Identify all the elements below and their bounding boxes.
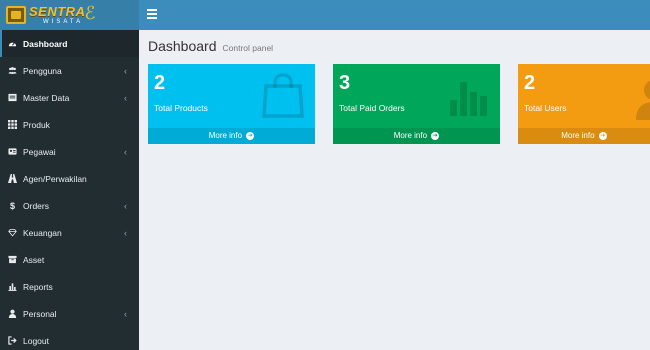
sidebar-item-label: Agen/Perwakilan — [23, 173, 87, 184]
chevron-left-icon: ‹ — [124, 147, 127, 157]
arrow-circle-right-icon: ➜ — [598, 131, 607, 140]
user-icon — [636, 72, 650, 129]
page-title: Dashboard — [148, 38, 217, 54]
box-value: 3 — [339, 72, 351, 94]
more-info-label: More info — [393, 131, 428, 140]
box-label: Total Users — [524, 103, 567, 113]
logo-sub-text: WISATA — [43, 19, 84, 25]
chevron-left-icon: ‹ — [124, 201, 127, 211]
sidebar-item-pegawai[interactable]: Pegawai ‹ — [0, 138, 139, 165]
top-navbar — [139, 0, 650, 30]
dashboard-icon — [8, 39, 17, 48]
archive-icon — [8, 255, 17, 264]
box-label: Total Paid Orders — [339, 103, 405, 113]
sidebar-item-produk[interactable]: Produk — [0, 111, 139, 138]
sidebar-item-label: Logout — [23, 335, 49, 346]
more-info-link[interactable]: More info ➜ — [333, 128, 500, 144]
bar-chart-icon — [446, 72, 490, 123]
logo-main-text: SENTRA — [29, 4, 86, 19]
road-icon — [8, 174, 17, 183]
sidebar-item-label: Pegawai — [23, 146, 56, 157]
chevron-left-icon: ‹ — [124, 66, 127, 76]
more-info-label: More info — [561, 131, 595, 140]
shopping-bag-icon — [261, 72, 305, 123]
sign-out-icon — [8, 336, 17, 345]
sidebar-item-label: Orders — [23, 200, 49, 211]
sidebar-item-label: Pengguna — [23, 65, 62, 76]
sidebar-item-orders[interactable]: $ Orders ‹ — [0, 192, 139, 219]
sidebar-item-dashboard[interactable]: Dashboard — [0, 30, 139, 57]
arrow-circle-right-icon: ➜ — [431, 131, 440, 140]
chevron-left-icon: ‹ — [124, 93, 127, 103]
small-box-total-paid-orders: 3 Total Paid Orders More info ➜ — [333, 64, 500, 144]
id-card-icon — [8, 147, 17, 156]
content-header: Dashboard Control panel — [148, 38, 273, 54]
logo: SENTRA WISATA ℰ — [6, 2, 96, 25]
diamond-icon — [8, 228, 17, 237]
sidebar-item-agen-perwakilan[interactable]: Agen/Perwakilan — [0, 165, 139, 192]
grid-icon — [8, 120, 17, 129]
sidebar-item-pengguna[interactable]: Pengguna ‹ — [0, 57, 139, 84]
box-value: 2 — [154, 72, 166, 94]
sidebar-item-label: Dashboard — [23, 38, 68, 49]
more-info-link[interactable]: More info ➜ — [148, 128, 315, 144]
users-icon — [8, 66, 17, 75]
user-icon — [8, 309, 17, 318]
master-data-icon — [8, 93, 17, 102]
more-info-label: More info — [208, 131, 243, 140]
chevron-left-icon: ‹ — [124, 228, 127, 238]
sidebar-item-master-data[interactable]: Master Data ‹ — [0, 84, 139, 111]
box-label: Total Products — [154, 103, 208, 113]
sidebar-item-label: Asset — [23, 254, 45, 265]
small-box-total-products: 2 Total Products More info ➜ — [148, 64, 315, 144]
sidebar: Dashboard Pengguna ‹ Master Data ‹ Produ… — [0, 30, 139, 350]
sidebar-item-logout[interactable]: Logout — [0, 327, 139, 350]
sidebar-item-asset[interactable]: Asset — [0, 246, 139, 273]
sidebar-item-personal[interactable]: Personal ‹ — [0, 300, 139, 327]
chevron-left-icon: ‹ — [124, 309, 127, 319]
sidebar-item-reports[interactable]: Reports — [0, 273, 139, 300]
sidebar-item-keuangan[interactable]: Keuangan ‹ — [0, 219, 139, 246]
logo-swoosh-icon: ℰ — [84, 2, 96, 23]
more-info-link[interactable]: More info ➜ — [518, 128, 650, 144]
logo-emblem-icon — [6, 6, 26, 24]
small-box-total-users: 2 Total Users More info ➜ — [518, 64, 650, 144]
sidebar-toggle-icon[interactable] — [147, 9, 157, 19]
bar-chart-icon — [8, 282, 17, 291]
sidebar-item-label: Personal — [23, 308, 57, 319]
sidebar-item-label: Produk — [23, 119, 50, 130]
dollar-icon: $ — [9, 200, 15, 211]
page-subtitle: Control panel — [222, 43, 274, 53]
logo-area[interactable]: SENTRA WISATA ℰ — [0, 0, 139, 30]
sidebar-item-label: Master Data — [23, 92, 70, 103]
sidebar-item-label: Reports — [23, 281, 53, 292]
arrow-circle-right-icon: ➜ — [246, 131, 255, 140]
box-value: 2 — [524, 72, 536, 94]
sidebar-item-label: Keuangan — [23, 227, 62, 238]
